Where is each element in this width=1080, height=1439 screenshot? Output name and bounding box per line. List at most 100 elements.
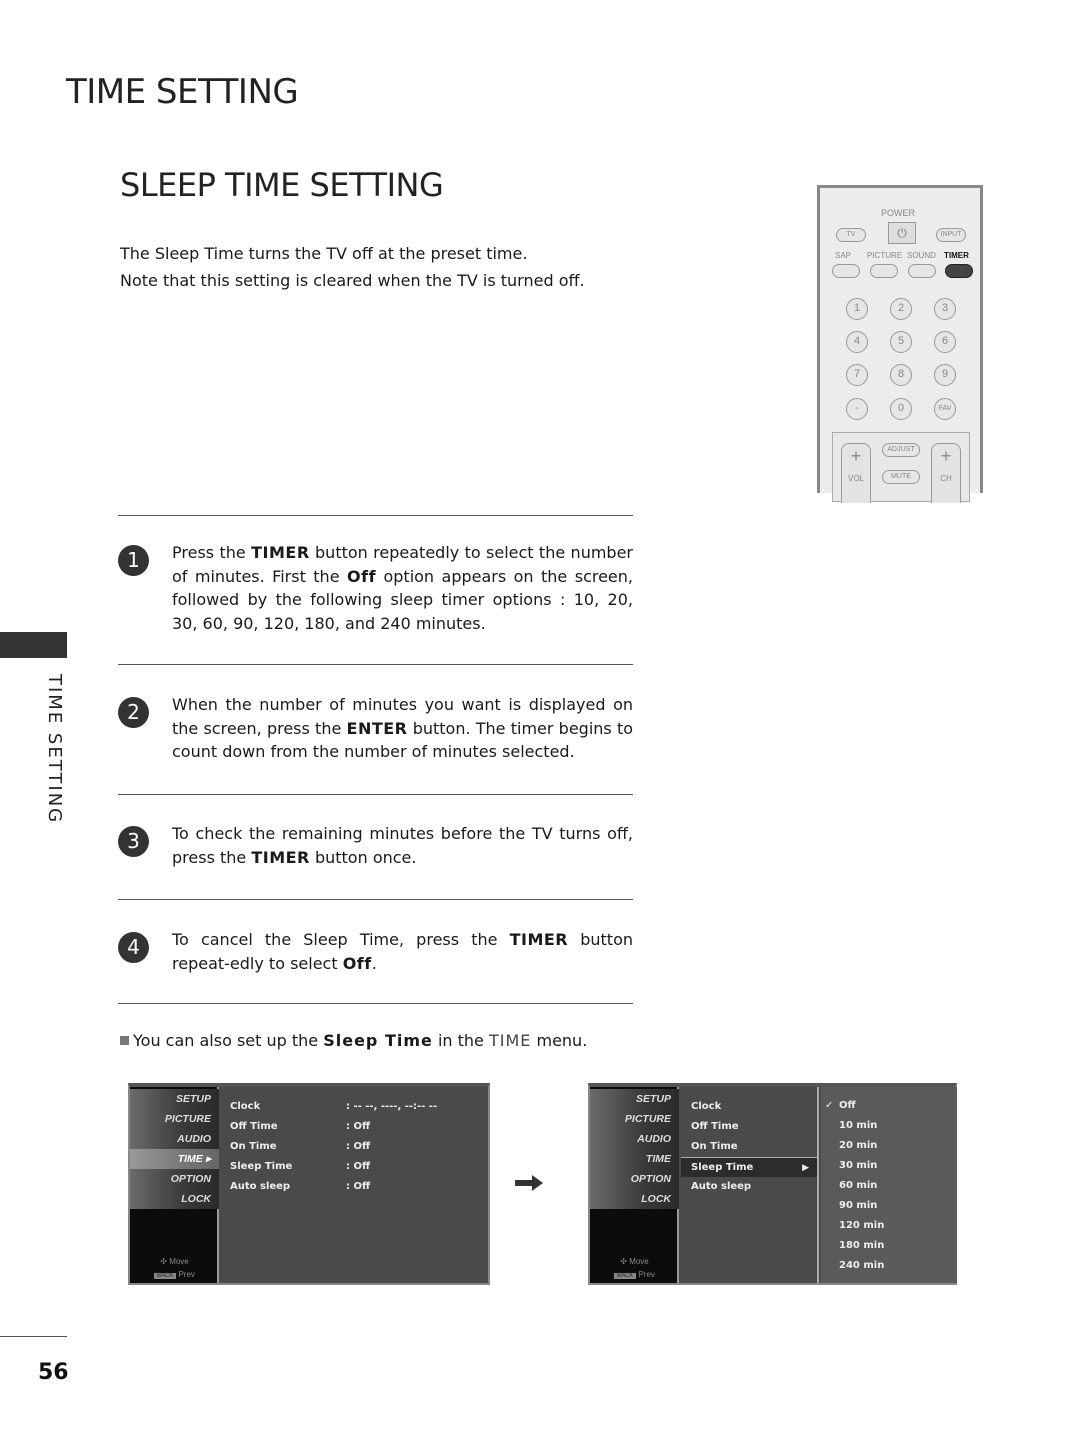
osd-nav-audio: AUDIO <box>590 1129 679 1149</box>
divider <box>118 794 633 795</box>
sound-label: SOUND <box>907 251 936 260</box>
ch-label: CH <box>940 474 952 483</box>
timer-button <box>945 264 973 278</box>
right-arrow-icon <box>515 1175 543 1191</box>
osd-row-auto-sleep: Auto sleep: Off <box>230 1181 371 1192</box>
osd-nav-picture: PICTURE <box>590 1109 679 1129</box>
osd-row-clock: Clock <box>691 1101 722 1112</box>
divider <box>118 515 633 516</box>
tv-button: TV <box>836 228 866 242</box>
volume-plus-icon: + <box>850 446 862 466</box>
channel-rocker: + CH <box>931 443 961 503</box>
power-label: POWER <box>881 208 916 218</box>
adjust-button: ADJUST <box>882 443 920 457</box>
digit-button: 1 <box>846 298 868 320</box>
page-title: TIME SETTING <box>66 72 299 112</box>
osd-sleep-options: ✓ Off 10 min 20 min 30 min 60 min 90 min … <box>821 1087 957 1283</box>
osd-row-on-time: On Time <box>691 1141 738 1152</box>
osd-nav-panel: SETUP PICTURE AUDIO TIME ▸ OPTION LOCK ✣… <box>130 1087 219 1283</box>
sleep-option: 30 min <box>839 1160 878 1171</box>
osd-nav-option: OPTION <box>130 1169 219 1189</box>
remote-control-illustration: POWER TV ⏻ INPUT SAP PICTURE SOUND TIMER… <box>817 185 983 503</box>
step-2: 2 When the number of minutes you want is… <box>118 693 633 764</box>
bullet-square-icon <box>120 1036 129 1045</box>
osd-nav-picture: PICTURE <box>130 1109 219 1129</box>
osd-nav-setup: SETUP <box>130 1089 219 1109</box>
sleep-option: 60 min <box>839 1180 878 1191</box>
move-icon: ✣ <box>620 1257 627 1266</box>
submenu-arrow-icon: ▶ <box>802 1163 809 1173</box>
osd-hint-move: ✣ Move <box>160 1257 189 1266</box>
osd-hint-prev: BACK Prev <box>590 1270 679 1279</box>
digit-button: 7 <box>846 364 868 386</box>
osd-row-off-time: Off Time <box>691 1121 739 1132</box>
step-3: 3 To check the remaining minutes before … <box>118 822 633 869</box>
osd-row-on-time: On Time: Off <box>230 1141 371 1152</box>
osd-row-off-time: Off Time: Off <box>230 1121 371 1132</box>
osd-row-sleep-time: Sleep Time: Off <box>230 1161 371 1172</box>
divider <box>118 664 633 665</box>
osd-nav-lock: LOCK <box>130 1189 219 1209</box>
step-text: When the number of minutes you want is d… <box>172 695 634 761</box>
intro-line: The Sleep Time turns the TV off at the p… <box>120 244 528 263</box>
osd-time-menu: SETUP PICTURE AUDIO TIME ▸ OPTION LOCK ✣… <box>128 1083 490 1285</box>
osd-nav-lock: LOCK <box>590 1189 679 1209</box>
intro-line: Note that this setting is cleared when t… <box>120 271 585 290</box>
step-number-badge: 2 <box>118 697 149 728</box>
volume-rocker: + VOL <box>841 443 871 503</box>
sleep-option: 20 min <box>839 1140 878 1151</box>
picture-label: PICTURE <box>867 251 903 260</box>
osd-settings-list: Clock Off Time On Time Sleep Time ▶ Auto … <box>681 1087 819 1283</box>
sleep-option: 90 min <box>839 1200 878 1211</box>
osd-sleep-time-menu: SETUP PICTURE AUDIO TIME OPTION LOCK ✣ M… <box>588 1083 957 1285</box>
intro-text: The Sleep Time turns the TV off at the p… <box>120 240 585 294</box>
digit-button: 6 <box>934 331 956 353</box>
osd-nav-panel: SETUP PICTURE AUDIO TIME OPTION LOCK ✣ M… <box>590 1087 679 1283</box>
osd-nav-audio: AUDIO <box>130 1129 219 1149</box>
picture-button <box>870 264 898 278</box>
osd-hint-prev: BACK Prev <box>130 1270 219 1279</box>
section-title: SLEEP TIME SETTING <box>120 166 444 204</box>
osd-nav-time: TIME ▸ <box>130 1149 219 1169</box>
input-button: INPUT <box>936 228 966 242</box>
step-4: 4 To cancel the Sleep Time, press the TI… <box>118 928 633 975</box>
step-text: To check the remaining minutes before th… <box>172 824 633 867</box>
remote-lower-panel: + VOL ADJUST MUTE + CH <box>832 432 970 503</box>
fav-button: FAV <box>934 398 956 420</box>
osd-nav-setup: SETUP <box>590 1089 679 1109</box>
chapter-tab <box>0 632 67 658</box>
osd-settings-list: Clock: -- --, ----, --:-- -- Off Time: O… <box>230 1097 438 1197</box>
power-button: ⏻ <box>888 222 916 244</box>
osd-row-clock: Clock: -- --, ----, --:-- -- <box>230 1101 438 1112</box>
sleep-option: 240 min <box>839 1260 885 1271</box>
step-number-badge: 1 <box>118 545 149 576</box>
sap-button <box>832 264 860 278</box>
osd-nav-time: TIME <box>590 1149 679 1169</box>
vol-label: VOL <box>847 474 864 483</box>
step-number-badge: 4 <box>118 932 149 963</box>
osd-row-auto-sleep: Auto sleep <box>691 1181 752 1192</box>
step-1: 1 Press the TIMER button repeatedly to s… <box>118 541 633 635</box>
sleep-option-off: ✓ Off <box>821 1096 957 1116</box>
divider <box>118 899 633 900</box>
timer-label: TIMER <box>944 251 969 260</box>
step-text: Press the TIMER button repeatedly to sel… <box>172 543 634 633</box>
sound-button <box>908 264 936 278</box>
digit-button: 0 <box>890 398 912 420</box>
sleep-option: 120 min <box>839 1220 885 1231</box>
check-icon: ✓ <box>825 1100 834 1111</box>
step-number-badge: 3 <box>118 826 149 857</box>
osd-row-sleep-time-selected: Sleep Time ▶ <box>681 1157 817 1177</box>
power-icon: ⏻ <box>897 226 907 240</box>
mute-button: MUTE <box>882 470 920 484</box>
digit-button: 4 <box>846 331 868 353</box>
divider <box>118 1003 633 1004</box>
page-number: 56 <box>38 1360 69 1385</box>
digit-button: 2 <box>890 298 912 320</box>
digit-button: 9 <box>934 364 956 386</box>
dash-button: - <box>846 398 868 420</box>
osd-nav-option: OPTION <box>590 1169 679 1189</box>
osd-hint-move: ✣ Move <box>620 1257 649 1266</box>
sleep-option: 180 min <box>839 1240 885 1251</box>
footer-rule <box>0 1336 67 1337</box>
